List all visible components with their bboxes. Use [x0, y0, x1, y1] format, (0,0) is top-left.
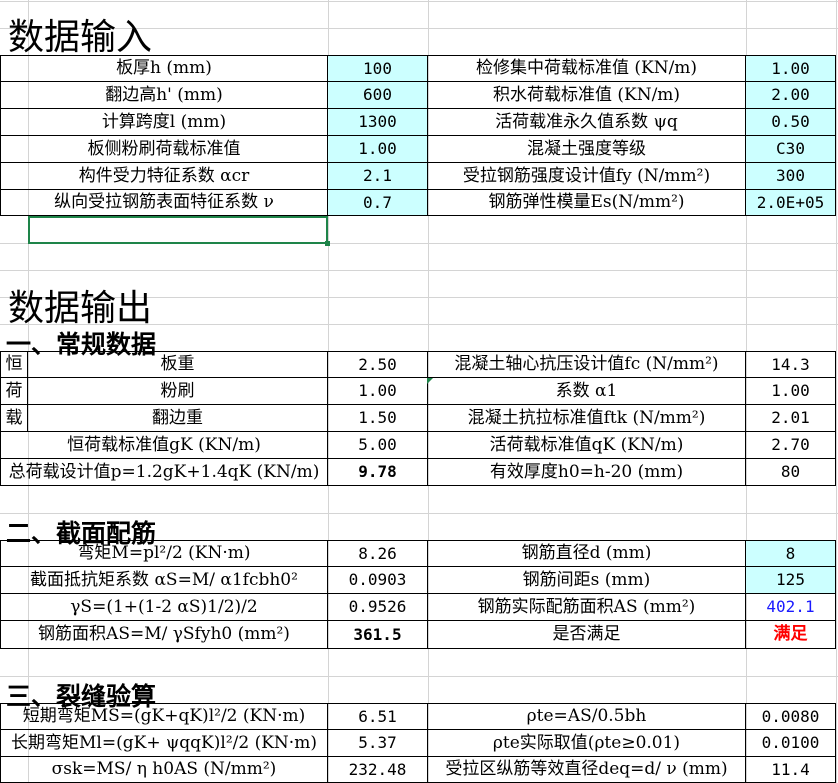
input-label[interactable]: 板侧粉刷荷载标准值	[0, 136, 328, 163]
input-label[interactable]: 钢筋弹性模量Es(N/mm²)	[428, 190, 746, 216]
comment-indicator	[427, 378, 433, 384]
output-value-rho-te-actual[interactable]: 0.0100	[746, 730, 836, 757]
output-value-plaster[interactable]: 1.00	[328, 378, 428, 405]
output-label[interactable]: 短期弯矩MS=(gK+qK)l²/2 (KN·m)	[0, 703, 328, 730]
input-label[interactable]: 纵向受拉钢筋表面特征系数 ν	[0, 190, 328, 216]
input-value-fy[interactable]: 300	[746, 163, 836, 190]
output-label[interactable]: 截面抵抗矩系数 αS=M/ α1fcbh0²	[0, 567, 328, 594]
input-value-concrete-grade[interactable]: C30	[746, 136, 836, 163]
output-value-h0[interactable]: 80	[746, 459, 836, 486]
output-value-moment[interactable]: 8.26	[328, 540, 428, 567]
input-value-nu[interactable]: 0.7	[328, 190, 428, 216]
input-value-bar-diameter[interactable]: 8	[746, 540, 836, 567]
input-value-plaster-load[interactable]: 1.00	[328, 136, 428, 163]
input-value-quasi-permanent[interactable]: 0.50	[746, 109, 836, 136]
input-value-flange-height[interactable]: 600	[328, 82, 428, 109]
check-result-badge[interactable]: 满足	[746, 621, 836, 649]
output-label[interactable]: 总荷载设计值p=1.2gK+1.4qK (KN/m)	[0, 459, 328, 486]
input-label[interactable]: 构件受力特征系数 αcr	[0, 163, 328, 190]
input-label[interactable]: 计算跨度l (mm)	[0, 109, 328, 136]
output-label[interactable]: 弯矩M=pl²/2 (KN·m)	[0, 540, 328, 567]
input-label[interactable]: 受拉钢筋强度设计值fy (N/mm²)	[428, 163, 746, 190]
output-label[interactable]: 钢筋间距s (mm)	[428, 567, 746, 594]
output-label[interactable]: 钢筋直径d (mm)	[428, 540, 746, 567]
output-value-alpha1[interactable]: 1.00	[746, 378, 836, 405]
output-label[interactable]: 钢筋实际配筋面积AS (mm²)	[428, 594, 746, 621]
input-label[interactable]: 翻边高h' (mm)	[0, 82, 328, 109]
output-label[interactable]: σsk=MS/ η h0AS (N/mm²)	[0, 757, 328, 783]
output-value-sigma-sk[interactable]: 232.48	[328, 757, 428, 783]
output-label[interactable]: ρte实际取值(ρte≥0.01)	[428, 730, 746, 757]
input-value-es[interactable]: 2.0E+05	[746, 190, 836, 216]
output-label[interactable]: γS=(1+(1-2 αS)1/2)/2	[0, 594, 328, 621]
input-value-maintenance-load[interactable]: 1.00	[746, 55, 836, 82]
input-title: 数据输入	[8, 17, 153, 58]
output-value-required-area[interactable]: 361.5	[328, 621, 428, 649]
output-value-gk[interactable]: 5.00	[328, 432, 428, 459]
spreadsheet[interactable]: 数据输入 板厚h (mm) 100 检修集中荷载标准值 (KN/m) 1.00 …	[0, 0, 838, 783]
output-value-fc[interactable]: 14.3	[746, 351, 836, 378]
output-label[interactable]: 板重	[28, 351, 328, 378]
input-value-thickness[interactable]: 100	[328, 55, 428, 82]
output-label[interactable]: 长期弯矩Ml=(gK+ ψqqK)l²/2 (KN·m)	[0, 730, 328, 757]
output-label[interactable]: 系数 α1	[428, 378, 746, 405]
output-value-ftk[interactable]: 2.01	[746, 405, 836, 432]
dead-load-side-label: 荷	[0, 378, 28, 405]
output-value-actual-area[interactable]: 402.1	[746, 594, 836, 621]
output-value-deq[interactable]: 11.4	[746, 757, 836, 783]
input-value-span[interactable]: 1300	[328, 109, 428, 136]
output-label[interactable]: 钢筋面积AS=M/ γSfyh0 (mm²)	[0, 621, 328, 649]
output-label[interactable]: 有效厚度h0=h-20 (mm)	[428, 459, 746, 486]
output-label[interactable]: 是否满足	[428, 621, 746, 649]
output-label[interactable]: 混凝土抗拉标准值ftk (N/mm²)	[428, 405, 746, 432]
output-label[interactable]: 恒荷载标准值gK (KN/m)	[0, 432, 328, 459]
output-value-alpha-s[interactable]: 0.0903	[328, 567, 428, 594]
output-label[interactable]: 活荷载标准值qK (KN/m)	[428, 432, 746, 459]
input-value-water-load[interactable]: 2.00	[746, 82, 836, 109]
output-title: 数据输出	[8, 288, 153, 329]
input-value-alpha-cr[interactable]: 2.1	[328, 163, 428, 190]
input-label[interactable]: 板厚h (mm)	[0, 55, 328, 82]
output-value-qk[interactable]: 2.70	[746, 432, 836, 459]
output-label[interactable]: 混凝土轴心抗压设计值fc (N/mm²)	[428, 351, 746, 378]
output-value-total-load[interactable]: 9.78	[328, 459, 428, 486]
input-label[interactable]: 活荷载准永久值系数 ψq	[428, 109, 746, 136]
dead-load-side-label: 恒	[0, 351, 28, 378]
output-label[interactable]: 受拉区纵筋等效直径deq=d/ ν (mm)	[428, 757, 746, 783]
output-label[interactable]: 翻边重	[28, 405, 328, 432]
output-label[interactable]: 粉刷	[28, 378, 328, 405]
input-label[interactable]: 检修集中荷载标准值 (KN/m)	[428, 55, 746, 82]
output-value-ml[interactable]: 5.37	[328, 730, 428, 757]
output-value-flange-weight[interactable]: 1.50	[328, 405, 428, 432]
input-label[interactable]: 混凝土强度等级	[428, 136, 746, 163]
output-value-ms[interactable]: 6.51	[328, 703, 428, 730]
active-cell-selection[interactable]	[28, 216, 330, 246]
dead-load-side-label: 载	[0, 405, 28, 432]
output-value-rho-te[interactable]: 0.0080	[746, 703, 836, 730]
output-value-slab-weight[interactable]: 2.50	[328, 351, 428, 378]
input-value-bar-spacing[interactable]: 125	[746, 567, 836, 594]
output-label[interactable]: ρte=AS/0.5bh	[428, 703, 746, 730]
input-label[interactable]: 积水荷载标准值 (KN/m)	[428, 82, 746, 109]
output-value-gamma-s[interactable]: 0.9526	[328, 594, 428, 621]
